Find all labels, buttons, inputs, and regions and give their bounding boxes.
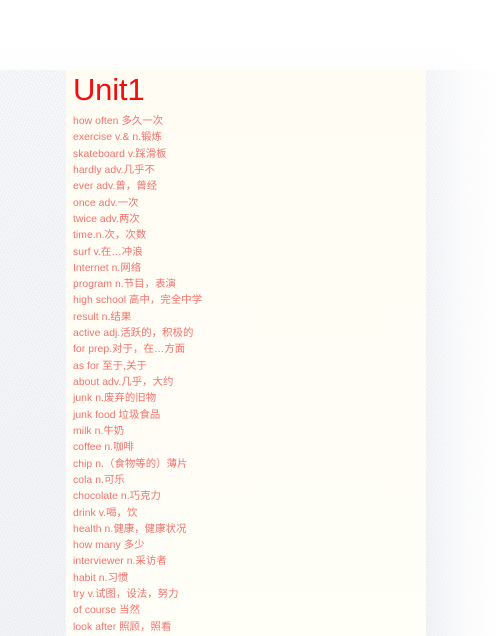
vocab-entry: junk food 垃圾食品: [73, 409, 161, 421]
vocab-entry: coffee n.咖啡: [73, 442, 135, 454]
vocab-entry: drink v.喝，饮: [73, 507, 138, 519]
vocab-entry: how many 多少: [73, 540, 145, 552]
worksheet-page: Unit1 how often 多久一次 exercise v.& n.锻炼 ska…: [66, 70, 426, 636]
vocab-entry: about adv.几乎，大约: [73, 377, 174, 388]
vocab-entry: chip n.（食物等的）薄片: [73, 458, 188, 470]
vocab-entry: chocolate n.巧克力: [73, 491, 161, 503]
vocab-entry: surf v.在…冲浪: [73, 246, 143, 258]
vocab-entry: skateboard v.踩滑板: [73, 148, 167, 160]
vocab-entry: ever adv.曾，曾经: [73, 181, 158, 193]
vocab-entry: cola n.可乐: [73, 474, 125, 486]
paper-right-highlight: [426, 0, 500, 636]
vocab-entry: health n.健康，健康状况: [73, 523, 187, 535]
vocab-entry: once adv.一次: [73, 197, 139, 209]
vocab-entry: time.n.次，次数: [73, 230, 147, 242]
vocab-entry: try v.试图，设法，努力: [73, 589, 179, 601]
vocab-entry: for prep.对于，在…方面: [73, 344, 186, 356]
vocab-entry: milk n.牛奶: [73, 425, 125, 437]
vocabulary-list: how often 多久一次 exercise v.& n.锻炼 skateboar…: [73, 114, 422, 636]
vocab-entry: Internet n.网络: [73, 262, 142, 274]
vocab-entry: twice adv.两次: [73, 213, 140, 225]
vocab-entry: how often 多久一次: [73, 116, 164, 127]
vocab-entry: habit n.习惯: [73, 572, 129, 584]
vocab-entry: result n.结果: [73, 311, 132, 323]
vocab-entry: as for 至于,关于: [73, 360, 147, 372]
vocab-entry: look after 照顾，照看: [73, 621, 172, 633]
vocab-entry: of course 当然: [73, 605, 141, 617]
vocab-entry: junk n.废弃的旧物: [73, 393, 157, 405]
vocab-entry: interviewer n.采访者: [73, 556, 167, 568]
vocab-entry: exercise v.& n.锻炼: [73, 132, 163, 144]
vocab-entry: high school 高中，完全中学: [73, 295, 203, 307]
paper-top-highlight: [0, 0, 500, 70]
vocab-entry: active adj.活跃的，积极的: [73, 328, 194, 340]
vocab-entry: program n.节目，表演: [73, 279, 176, 291]
page-title: Unit1: [73, 72, 145, 107]
vocab-entry: hardly adv.几乎不: [73, 164, 155, 176]
